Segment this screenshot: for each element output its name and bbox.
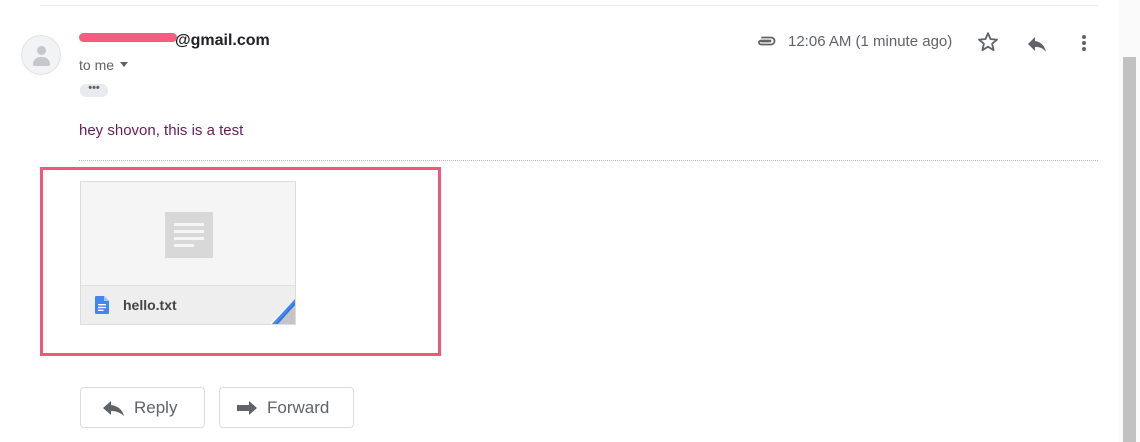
reply-button-label: Reply [134, 398, 178, 417]
paperclip-icon [758, 36, 776, 46]
reply-icon[interactable] [1025, 32, 1049, 56]
attachment-preview [81, 182, 295, 285]
forward-button[interactable]: Forward [219, 387, 354, 428]
more-vert-icon[interactable] [1077, 31, 1091, 55]
redaction-mark [79, 33, 177, 43]
scrollbar-thumb[interactable] [1123, 57, 1136, 442]
message-timestamp: 12:06 AM (1 minute ago) [788, 33, 953, 50]
document-icon [95, 296, 109, 314]
forward-icon [237, 401, 257, 415]
caret-down-icon [120, 61, 129, 67]
message-body: hey shovon, this is a test [79, 122, 244, 139]
star-icon[interactable] [976, 30, 1000, 54]
avatar-head [37, 46, 46, 55]
sender-address[interactable]: @gmail.com [79, 32, 270, 50]
file-type-corner-icon [270, 299, 295, 324]
recipient-label: to me [79, 57, 115, 73]
thread-divider [40, 5, 1098, 6]
forward-button-label: Forward [267, 398, 330, 417]
document-thumbnail-icon [165, 212, 213, 258]
show-trimmed-content-button[interactable]: ••• [80, 83, 108, 97]
attachment-card[interactable]: hello.txt [80, 181, 296, 325]
sender-avatar[interactable] [21, 35, 61, 75]
attachment-divider [79, 160, 1098, 161]
attachment-filename: hello.txt [123, 297, 177, 313]
reply-arrow-icon [103, 401, 124, 416]
reply-button[interactable]: Reply [80, 387, 205, 428]
sender-domain: @gmail.com [175, 32, 270, 49]
recipient-details-toggle[interactable]: to me [79, 57, 129, 73]
avatar-body [33, 57, 50, 66]
